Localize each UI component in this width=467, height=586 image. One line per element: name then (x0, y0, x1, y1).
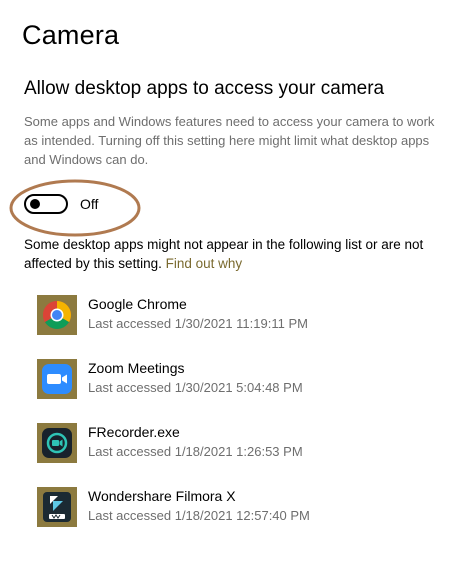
list-item: Google Chrome Last accessed 1/30/2021 11… (37, 295, 437, 359)
list-item: Wondershare Filmora X Last accessed 1/18… (37, 487, 437, 551)
filmora-icon (37, 487, 77, 527)
app-name: Zoom Meetings (88, 360, 185, 376)
app-last-accessed: Last accessed 1/30/2021 11:19:11 PM (88, 316, 308, 331)
camera-access-toggle[interactable] (24, 194, 68, 214)
app-name: Google Chrome (88, 296, 187, 312)
chrome-icon (37, 295, 77, 335)
section-heading: Allow desktop apps to access your camera (24, 78, 385, 99)
list-item: FRecorder.exe Last accessed 1/18/2021 1:… (37, 423, 437, 487)
app-last-accessed: Last accessed 1/18/2021 1:26:53 PM (88, 444, 303, 459)
apps-note: Some desktop apps might not appear in th… (24, 235, 456, 273)
app-list: Google Chrome Last accessed 1/30/2021 11… (37, 295, 437, 551)
section-description: Some apps and Windows features need to a… (24, 114, 435, 167)
toggle-knob (30, 199, 40, 209)
camera-settings-page: Camera Allow desktop apps to access your… (0, 0, 467, 586)
app-last-accessed: Last accessed 1/30/2021 5:04:48 PM (88, 380, 303, 395)
toggle-state-label: Off (80, 196, 99, 212)
frecorder-icon (37, 423, 77, 463)
app-name: FRecorder.exe (88, 424, 180, 440)
app-name: Wondershare Filmora X (88, 488, 236, 504)
list-item: Zoom Meetings Last accessed 1/30/2021 5:… (37, 359, 437, 423)
page-title: Camera (22, 20, 120, 50)
app-last-accessed: Last accessed 1/18/2021 12:57:40 PM (88, 508, 310, 523)
zoom-icon (37, 359, 77, 399)
find-out-why-link[interactable]: Find out why (166, 256, 243, 271)
